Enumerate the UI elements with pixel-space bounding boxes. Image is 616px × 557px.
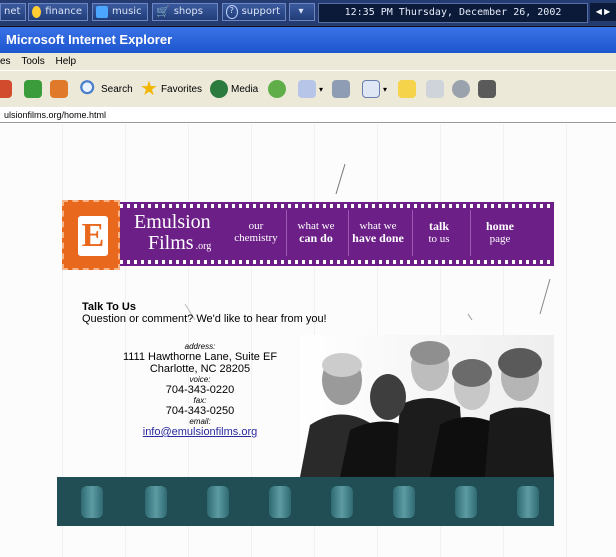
- edit-icon: [426, 80, 444, 98]
- taskbar: net finance music 🛒 shops ? support ▾ 12…: [0, 0, 616, 27]
- chevron-down-icon: ▾: [298, 6, 304, 17]
- menu-tools[interactable]: Tools: [21, 56, 44, 67]
- contact-info: address: 1111 Hawthorne Lane, Suite EF C…: [100, 342, 300, 438]
- address-line2: Charlotte, NC 28205: [149, 363, 251, 375]
- email-label: email:: [189, 417, 211, 426]
- menu-favorites-partial[interactable]: es: [0, 56, 11, 67]
- stop-icon: [0, 80, 12, 98]
- clock: 12:35 PM Thursday, December 26, 2002: [318, 3, 588, 23]
- favorites-star-icon: ★: [140, 78, 158, 100]
- media-button[interactable]: Media: [210, 79, 258, 99]
- favorites-button[interactable]: ★ Favorites: [140, 79, 202, 99]
- taskbar-item-label: shops: [173, 6, 203, 17]
- taskbar-item-label: net: [4, 6, 21, 17]
- mail-button[interactable]: ▾: [298, 79, 323, 99]
- media-icon: [210, 80, 228, 98]
- email-link[interactable]: info@emulsionfilms.org: [143, 426, 258, 438]
- print-icon: [332, 80, 350, 98]
- taskbar-item-finance[interactable]: finance: [28, 3, 88, 21]
- search-icon: [80, 80, 98, 98]
- taskbar-item-net[interactable]: net: [0, 3, 26, 21]
- messenger-icon: [452, 80, 470, 98]
- voice-label: voice:: [189, 375, 211, 384]
- home-button[interactable]: [50, 79, 68, 99]
- nav-what-we-have-done[interactable]: what we have done: [352, 220, 404, 245]
- search-button[interactable]: Search: [80, 79, 133, 99]
- home-icon: [50, 80, 68, 98]
- window-title: Microsoft Internet Explorer: [0, 27, 616, 53]
- nav-what-we-can-do[interactable]: what we can do: [292, 220, 340, 245]
- search-label: Search: [101, 83, 133, 95]
- fax-label: fax:: [193, 396, 207, 405]
- talk-section: Talk To Us Question or comment? We'd lik…: [82, 301, 327, 325]
- stop-button[interactable]: [0, 79, 12, 99]
- team-photo: [300, 335, 554, 477]
- cart-icon: 🛒: [156, 5, 170, 18]
- brand-suffix: .org: [195, 241, 212, 252]
- taskbar-dropdown-button[interactable]: ▾: [289, 3, 315, 21]
- menu-help[interactable]: Help: [55, 56, 76, 67]
- msn-icon: [478, 80, 496, 98]
- taskbar-item-support[interactable]: ? support: [222, 3, 286, 21]
- refresh-icon: [24, 80, 42, 98]
- address-line1: 1111 Hawthorne Lane, Suite EF: [122, 351, 278, 363]
- nav-our-chemistry[interactable]: our chemistry: [232, 220, 280, 244]
- media-label: Media: [231, 83, 259, 95]
- brand-name: Emulsion Films .org: [134, 212, 211, 258]
- edit-word-button[interactable]: ▾: [362, 79, 387, 99]
- finance-icon: [32, 6, 42, 18]
- logo-letter: E: [78, 216, 108, 256]
- taskbar-item-label: finance: [45, 6, 82, 17]
- section-subtitle: Question or comment? We'd like to hear f…: [82, 313, 327, 325]
- folder-button[interactable]: [398, 79, 416, 99]
- section-title: Talk To Us: [82, 301, 136, 313]
- discuss-button[interactable]: [426, 79, 444, 99]
- film-perforations-bottom: [92, 260, 554, 264]
- taskbar-item-label: music: [112, 6, 142, 17]
- taskbar-item-label: support: [241, 6, 280, 17]
- word-icon: [362, 80, 380, 98]
- print-button[interactable]: [332, 79, 350, 99]
- refresh-button[interactable]: [24, 79, 42, 99]
- brand-line1: Emulsion: [134, 211, 211, 233]
- msn-button[interactable]: [478, 79, 496, 99]
- taskbar-scroll-arrows[interactable]: ◀ ▶: [590, 3, 616, 21]
- favorites-label: Favorites: [160, 83, 203, 95]
- folder-icon: [398, 80, 416, 98]
- address-input[interactable]: ulsionfilms.org/home.html: [0, 107, 616, 123]
- messenger-button[interactable]: [452, 79, 470, 99]
- music-icon: [96, 6, 108, 18]
- voice-number: 704-343-0220: [165, 384, 235, 396]
- nav-talk-to-us[interactable]: talk to us: [418, 220, 460, 245]
- address-label: address:: [184, 342, 216, 351]
- help-icon: ?: [226, 5, 238, 19]
- brand-line2: Films: [148, 232, 194, 254]
- menu-bar: es Tools Help: [0, 53, 616, 70]
- site-banner: E Emulsion Films .org our chemistry what …: [62, 200, 554, 270]
- browser-toolbar: Search ★ Favorites Media ▾ ▾: [0, 70, 616, 108]
- history-icon: [268, 80, 286, 98]
- site-logo[interactable]: E: [62, 200, 120, 270]
- film-perforations-top: [92, 204, 554, 208]
- taskbar-item-shops[interactable]: 🛒 shops: [152, 3, 218, 21]
- nav-home-page[interactable]: home page: [478, 220, 522, 245]
- mail-icon: [298, 80, 316, 98]
- history-button[interactable]: [268, 79, 286, 99]
- fax-number: 704-343-0250: [165, 405, 235, 417]
- taskbar-item-music[interactable]: music: [92, 3, 148, 21]
- film-strip: [57, 477, 554, 526]
